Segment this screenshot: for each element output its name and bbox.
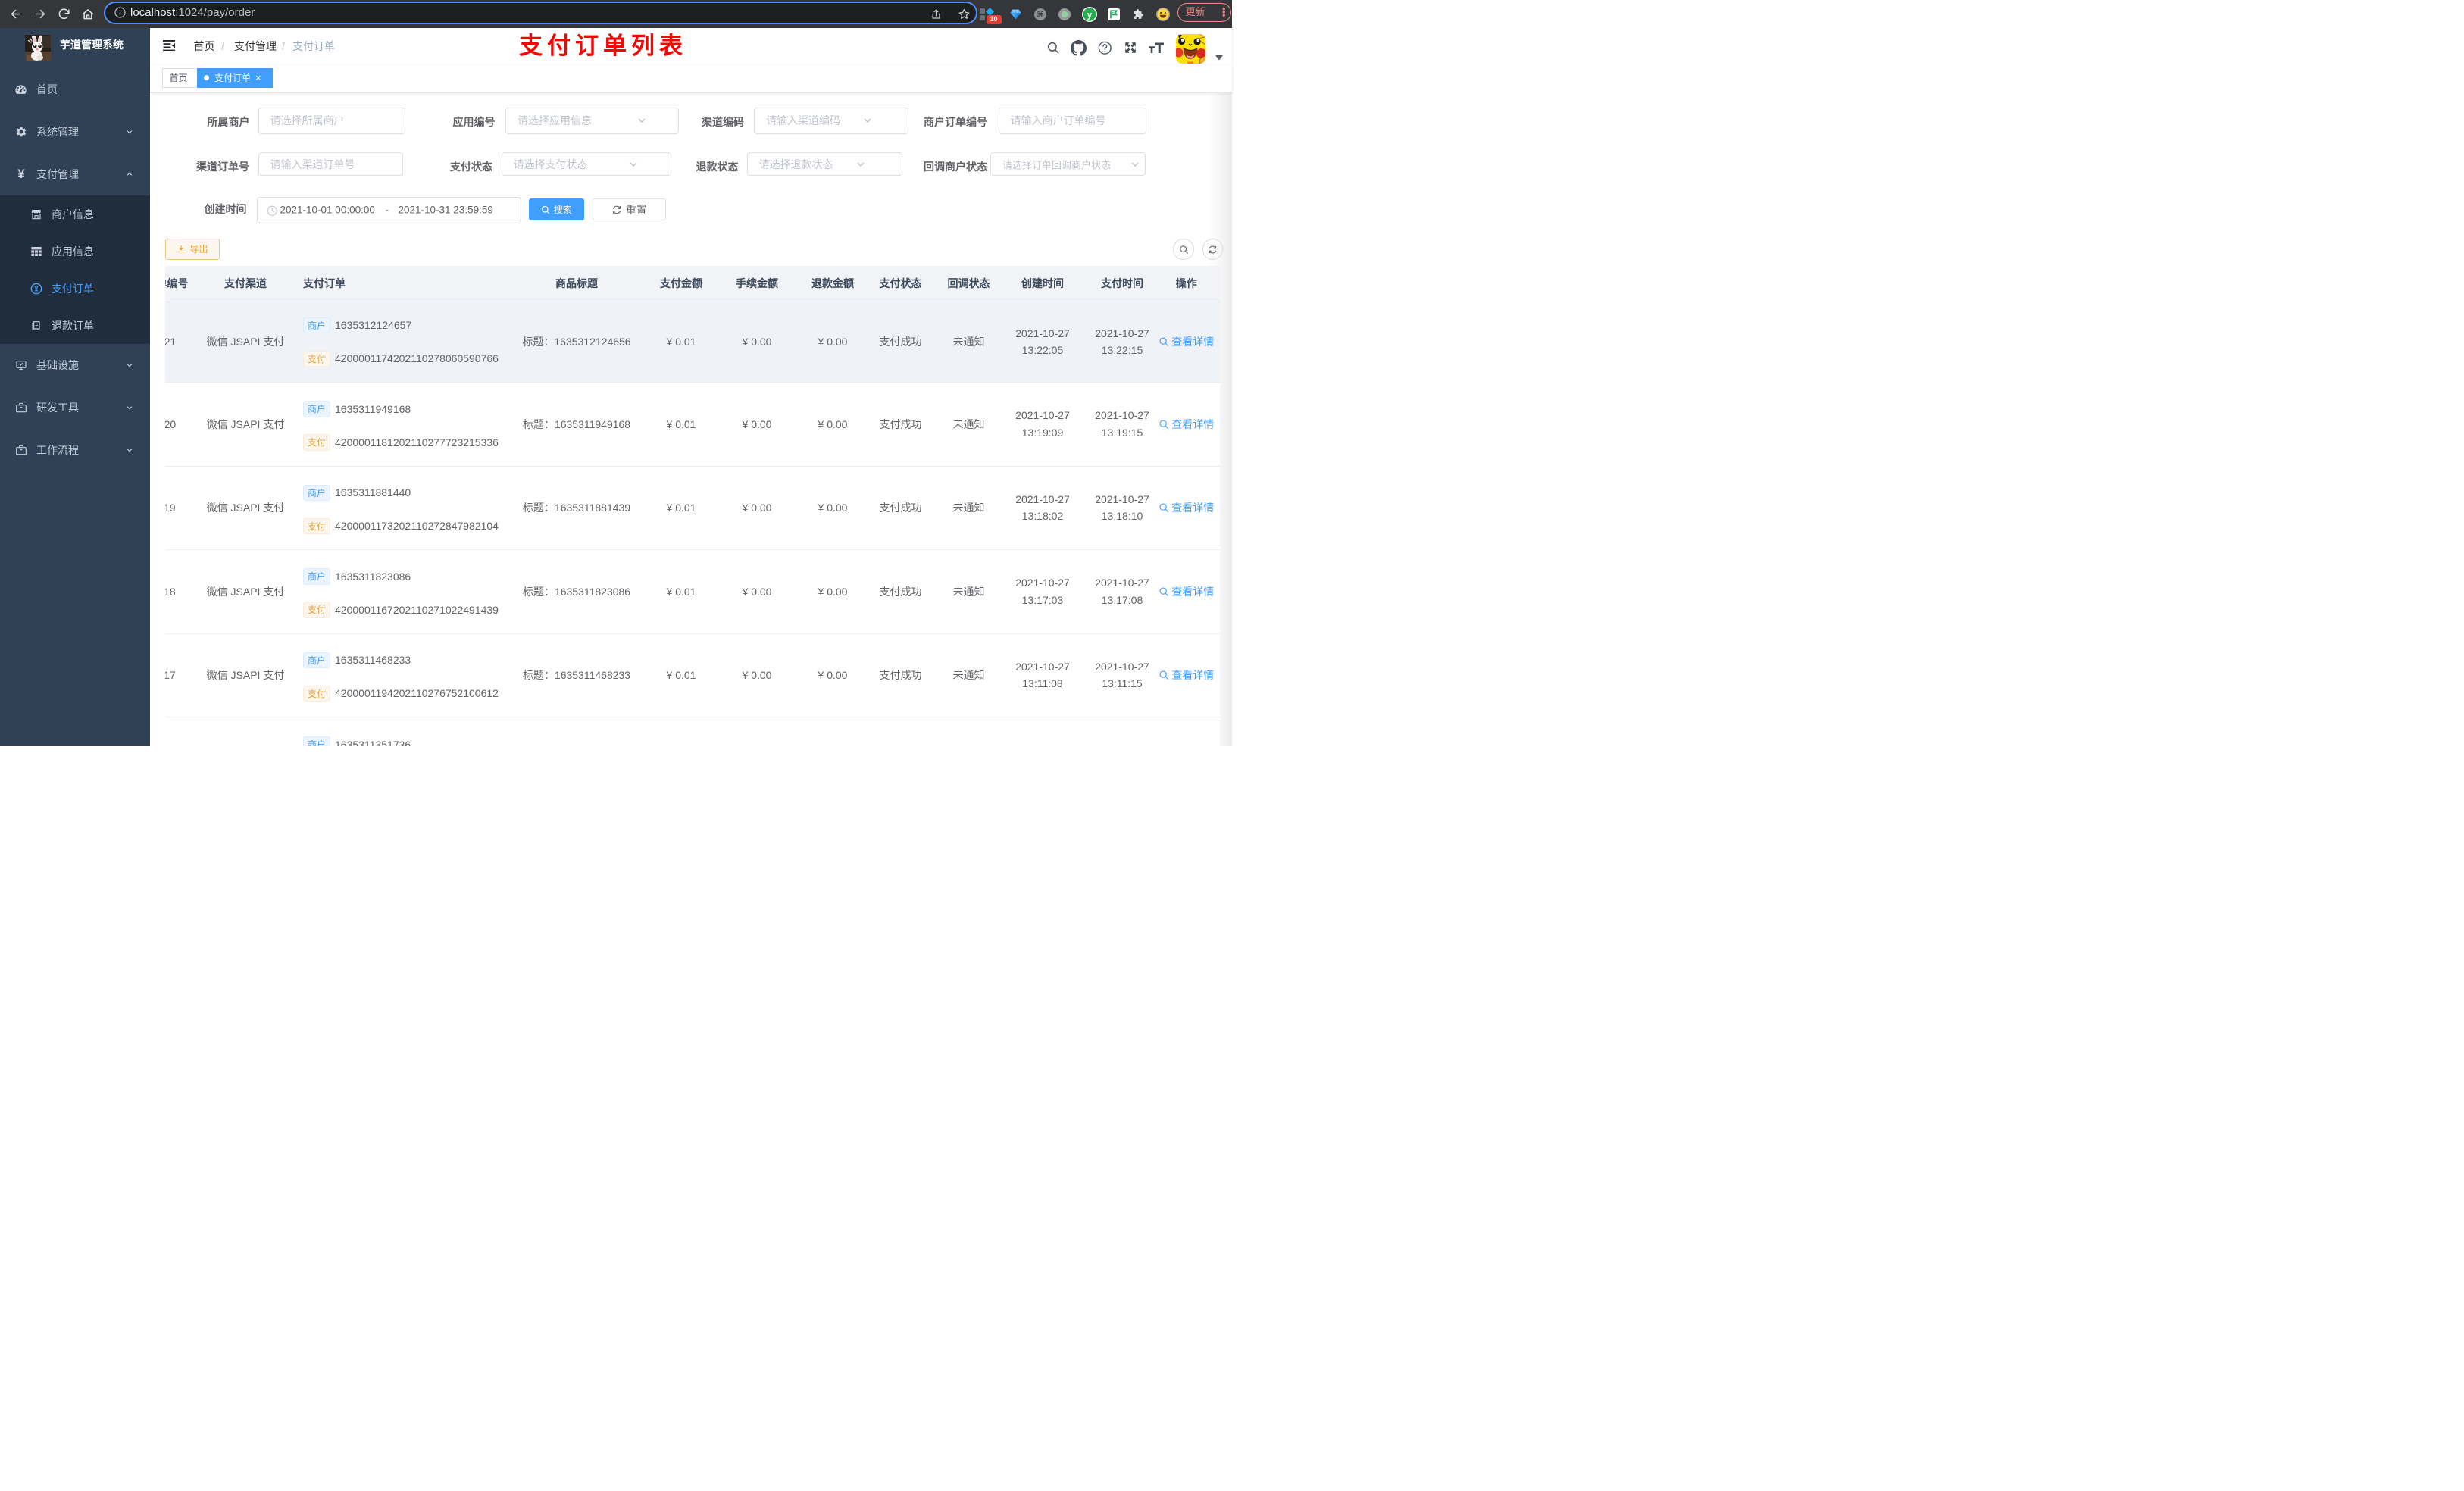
svg-text:¥: ¥ <box>34 285 38 292</box>
svg-text:y: y <box>1087 9 1092 20</box>
svg-text:⌘: ⌘ <box>1037 11 1044 19</box>
